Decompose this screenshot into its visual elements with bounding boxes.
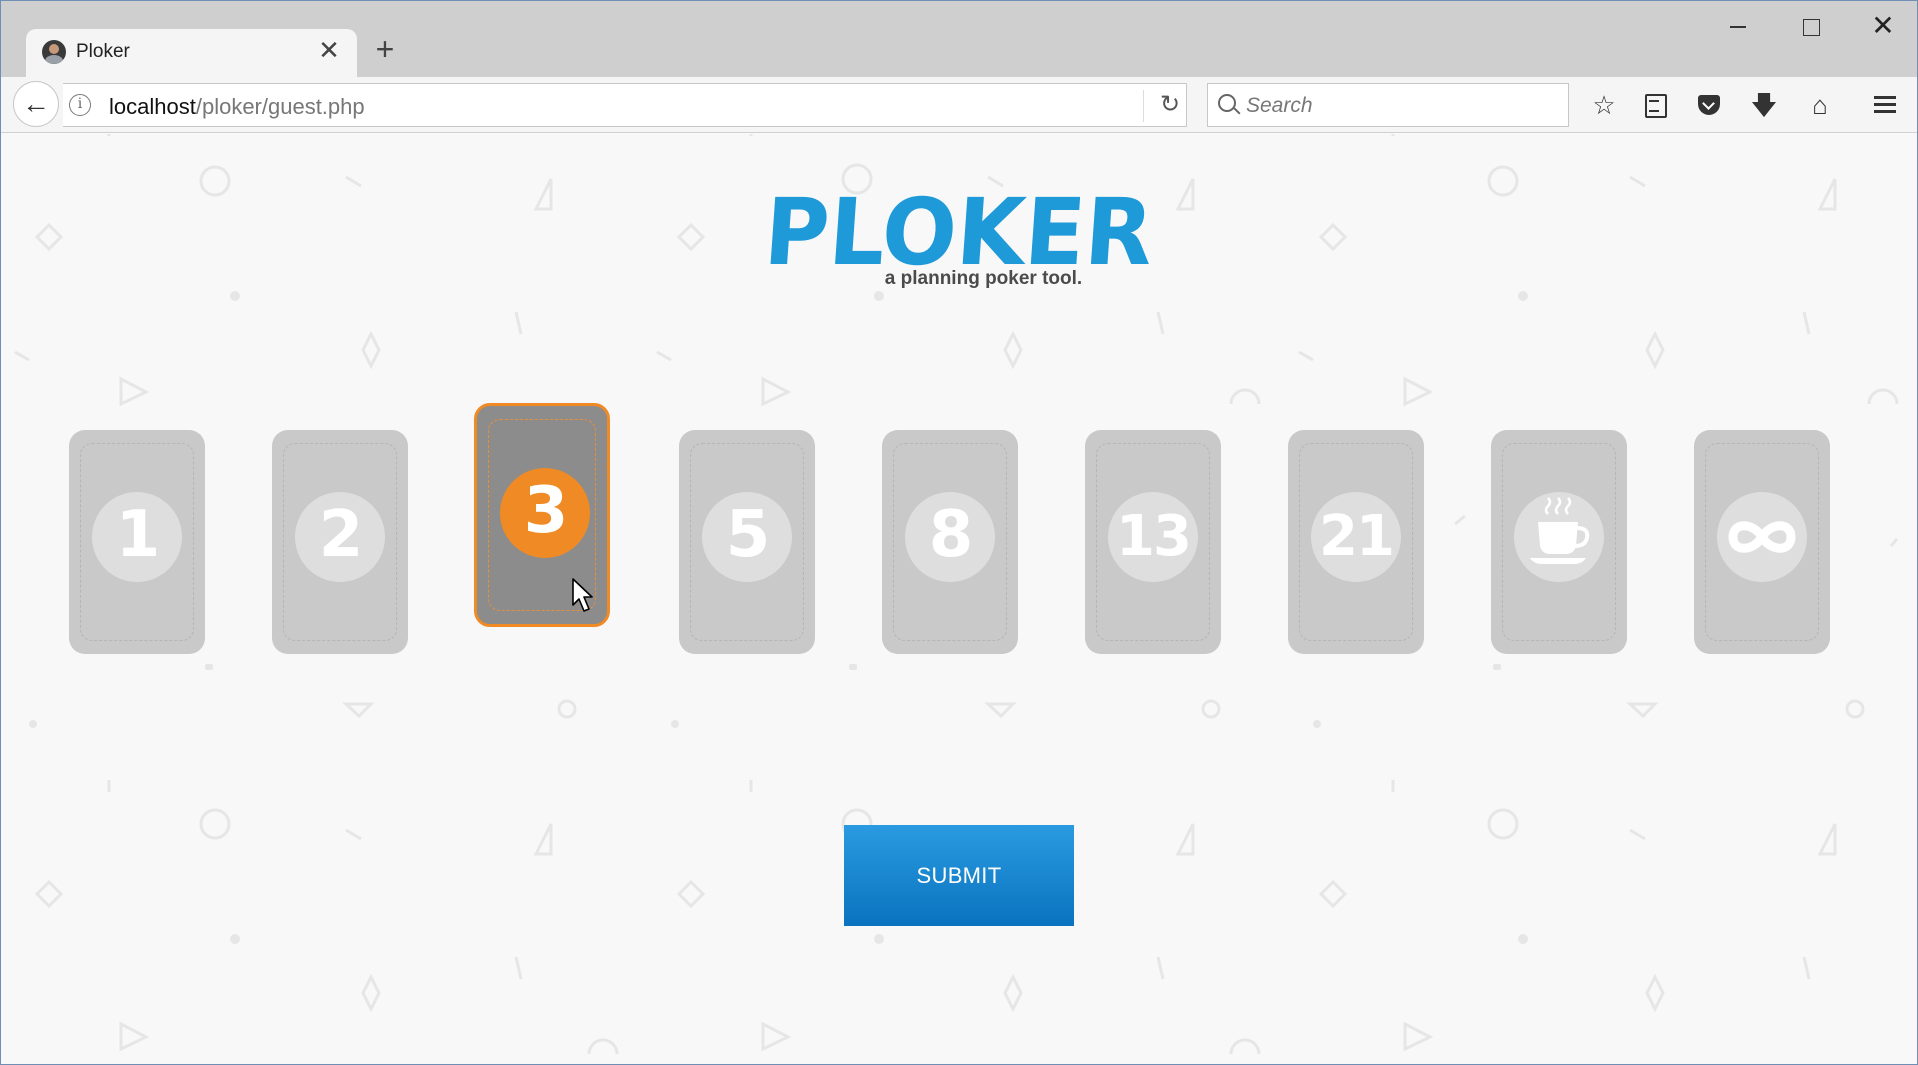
card-value: 13 — [1116, 504, 1192, 569]
reading-list-icon[interactable] — [1634, 85, 1674, 125]
hamburger-menu-icon[interactable] — [1865, 85, 1905, 125]
tab-title: Ploker — [76, 41, 130, 62]
close-tab-icon[interactable]: ✕ — [315, 36, 343, 64]
url-host: localhost — [109, 94, 196, 119]
reload-icon[interactable]: ↻ — [1153, 88, 1187, 122]
title-bar: Ploker ✕ + ✕ — [1, 1, 1917, 77]
coffee-icon — [1530, 497, 1590, 564]
maximize-button[interactable] — [1781, 9, 1841, 45]
bookmark-star-icon[interactable]: ☆ — [1584, 85, 1624, 125]
url-bar[interactable]: i localhost/ploker/guest.php ↻ — [63, 83, 1187, 127]
tab-ploker[interactable]: Ploker ✕ — [26, 29, 357, 77]
back-button[interactable]: ← — [13, 81, 59, 127]
card-value: 5 — [725, 498, 771, 572]
card-2[interactable]: 2 — [272, 430, 408, 654]
search-icon — [1218, 94, 1236, 112]
download-icon[interactable]: 🡇 — [1744, 85, 1784, 125]
mouse-cursor-icon — [572, 578, 593, 612]
card-coffee[interactable] — [1491, 430, 1627, 654]
page-content: PLOKER a planning poker tool. 1 2 3 5 8 13 21 … — [1, 134, 1917, 1064]
info-icon[interactable]: i — [69, 94, 91, 116]
card-value: 1 — [115, 498, 161, 572]
card-value: 21 — [1319, 504, 1395, 569]
navigation-bar: ← i localhost/ploker/guest.php ↻ ☆ 🡇 ⌂ — [1, 77, 1917, 133]
card-value: 3 — [523, 474, 569, 548]
search-bar[interactable] — [1207, 83, 1569, 127]
url-text[interactable]: localhost/ploker/guest.php — [109, 94, 365, 120]
pocket-icon[interactable] — [1689, 85, 1729, 125]
infinity-icon — [1728, 521, 1796, 553]
minimize-button[interactable] — [1708, 9, 1768, 45]
favicon-icon — [42, 40, 66, 64]
card-value: 2 — [318, 498, 364, 572]
card-8[interactable]: 8 — [882, 430, 1018, 654]
card-value: 8 — [928, 498, 974, 572]
card-1[interactable]: 1 — [69, 430, 205, 654]
url-path: /ploker/guest.php — [195, 94, 365, 119]
submit-button[interactable]: SUBMIT — [844, 825, 1074, 926]
new-tab-button[interactable]: + — [369, 33, 401, 65]
browser-window: Ploker ✕ + ✕ ← i localhost/ploker/guest.… — [0, 0, 1918, 1065]
search-input[interactable] — [1246, 92, 1546, 120]
card-infinity[interactable] — [1694, 430, 1830, 654]
url-separator — [1143, 90, 1144, 122]
close-window-button[interactable]: ✕ — [1853, 9, 1913, 45]
card-5[interactable]: 5 — [679, 430, 815, 654]
card-13[interactable]: 13 — [1085, 430, 1221, 654]
card-21[interactable]: 21 — [1288, 430, 1424, 654]
home-icon[interactable]: ⌂ — [1800, 85, 1840, 125]
